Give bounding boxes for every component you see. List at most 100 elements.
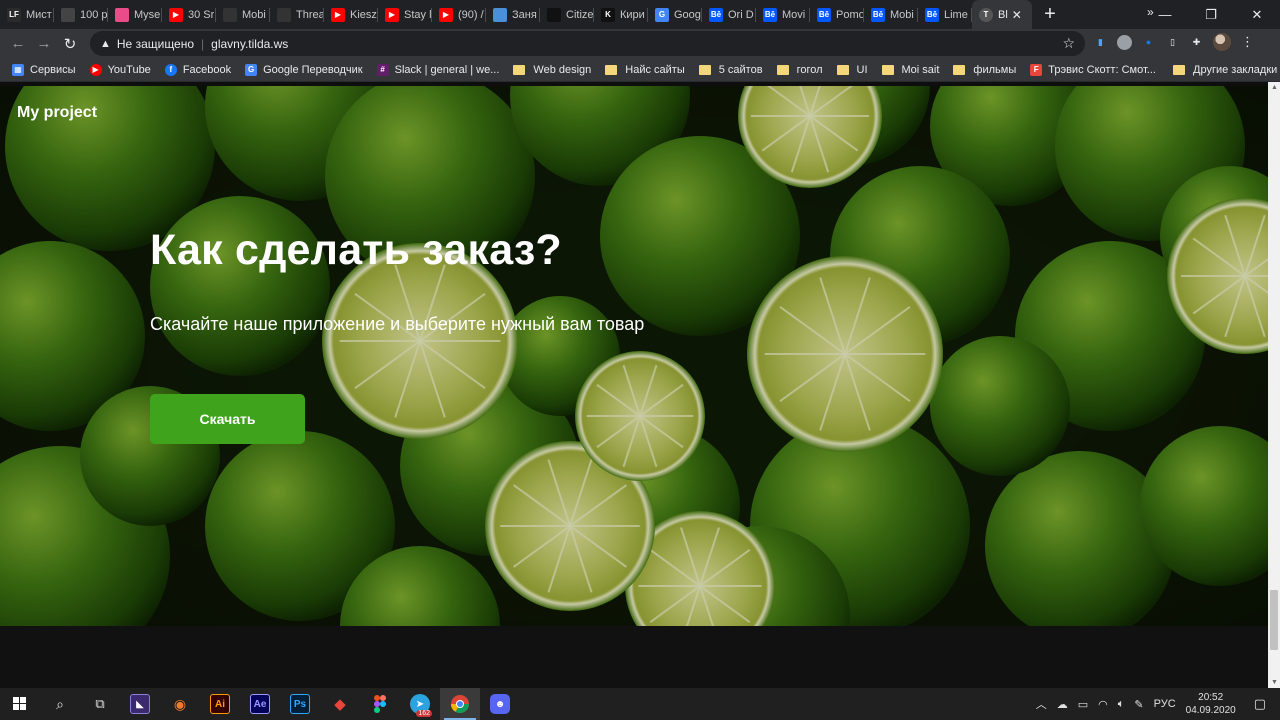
- tab[interactable]: ▶ (90) /: [432, 0, 486, 29]
- tab-title: 100 р: [80, 8, 108, 21]
- profile-avatar[interactable]: [1213, 33, 1231, 51]
- tab[interactable]: LF Мист: [0, 0, 54, 29]
- task-view-button[interactable]: ⧉: [80, 688, 120, 720]
- taskbar-app-screen[interactable]: ◣: [120, 688, 160, 720]
- bookmark-item[interactable]: f Facebook: [164, 63, 231, 76]
- tab[interactable]: Mobi: [216, 0, 270, 29]
- tab[interactable]: K Кири: [594, 0, 648, 29]
- bookmark-item[interactable]: Web design: [513, 64, 591, 76]
- tab-title: Заня: [512, 8, 537, 21]
- onedrive-icon[interactable]: ☁: [1057, 698, 1068, 711]
- globe-extension-icon[interactable]: [1117, 34, 1132, 50]
- taskbar-app-telegram[interactable]: ➤ 162: [400, 688, 440, 720]
- pen-icon[interactable]: ✎: [1134, 698, 1143, 711]
- close-window-button[interactable]: ✕: [1234, 0, 1280, 29]
- language-indicator[interactable]: РУС: [1154, 698, 1176, 710]
- tab-favicon-icon: K: [601, 7, 615, 22]
- close-tab-icon[interactable]: ✕: [1012, 8, 1022, 22]
- taskbar-app-discord[interactable]: ☻: [480, 688, 520, 720]
- taskbar-app-photoshop[interactable]: Ps: [280, 688, 320, 720]
- taskbar-app-after-effects[interactable]: Ae: [240, 688, 280, 720]
- network-icon[interactable]: ◠: [1098, 698, 1108, 711]
- tab[interactable]: Threa: [270, 0, 324, 29]
- taskbar-app-blender[interactable]: ◉: [160, 688, 200, 720]
- clock[interactable]: 20:52 04.09.2020: [1186, 691, 1236, 717]
- tab[interactable]: Citize: [540, 0, 594, 29]
- tab[interactable]: G Goog: [648, 0, 702, 29]
- tab-title: Ori D: [728, 8, 754, 21]
- tab-active[interactable]: T Bl ✕: [972, 0, 1032, 29]
- bookmark-item[interactable]: F Трэвис Скотт: Смот...: [1030, 63, 1156, 76]
- bookmark-item[interactable]: UI: [836, 64, 868, 76]
- tab-title: Citize: [566, 8, 594, 21]
- search-button[interactable]: ⌕: [40, 688, 80, 720]
- volume-icon[interactable]: 🔈︎: [1118, 698, 1125, 711]
- puzzle-icon[interactable]: ✚: [1189, 35, 1204, 50]
- bookmark-label: Moi sait: [901, 63, 940, 76]
- site-logo[interactable]: My project: [17, 104, 97, 122]
- start-button[interactable]: [0, 688, 40, 720]
- chrome-icon: [451, 695, 469, 713]
- notifications-icon[interactable]: ▢: [1254, 696, 1266, 712]
- address-bar[interactable]: ▲ Не защищено | glavny.tilda.ws ☆: [90, 31, 1085, 56]
- tab-title: (90) /: [458, 8, 484, 21]
- bookmark-item[interactable]: Найс сайты: [605, 64, 685, 76]
- tab[interactable]: Заня: [486, 0, 540, 29]
- tab-title: Lime: [944, 8, 968, 21]
- menu-icon[interactable]: ⋮: [1240, 34, 1255, 50]
- tab[interactable]: Bē Lime: [918, 0, 972, 29]
- download-button[interactable]: Скачать: [150, 394, 305, 444]
- forward-button[interactable]: →: [31, 31, 57, 57]
- bookmark-star-icon[interactable]: ☆: [1062, 35, 1075, 52]
- url-text[interactable]: glavny.tilda.ws: [211, 37, 288, 51]
- tab-title: Mobi: [890, 8, 914, 21]
- bookmark-item[interactable]: фильмы: [953, 64, 1016, 76]
- scroll-up-icon[interactable]: ▲: [1271, 84, 1278, 91]
- search-extension-icon[interactable]: ●: [1141, 35, 1156, 50]
- taskbar-app-chrome[interactable]: [440, 688, 480, 720]
- tab[interactable]: 100 р: [54, 0, 108, 29]
- tab[interactable]: Myse: [108, 0, 162, 29]
- tab-favicon-icon: [61, 7, 75, 22]
- security-label[interactable]: Не защищено: [117, 37, 194, 51]
- scroll-down-icon[interactable]: ▼: [1271, 679, 1278, 686]
- bookmarks-bar: ▦ Сервисы ▶ YouTube f Facebook G Google Перевод…: [0, 58, 1280, 82]
- battery-icon[interactable]: ▭: [1078, 698, 1088, 711]
- folder-icon: [776, 64, 789, 75]
- clipboard-extension-icon[interactable]: ▯: [1165, 35, 1180, 50]
- tab-title: Stay l: [404, 8, 432, 21]
- bookmark-item[interactable]: ▶ YouTube: [89, 63, 151, 76]
- scrollbar-thumb[interactable]: [1270, 590, 1278, 650]
- bookmarks-overflow-button[interactable]: »: [1147, 5, 1154, 19]
- other-bookmarks[interactable]: Другие закладки: [1173, 58, 1277, 82]
- taskbar-app-figma[interactable]: [360, 688, 400, 720]
- bookmark-item[interactable]: G Google Переводчик: [245, 63, 363, 76]
- tab[interactable]: Bē Mobi: [864, 0, 918, 29]
- maximize-button[interactable]: ❐: [1188, 0, 1234, 29]
- tray-overflow-icon[interactable]: ︿: [1036, 696, 1047, 712]
- page-scrollbar[interactable]: ▲ ▼: [1268, 82, 1280, 688]
- bookmark-item[interactable]: 5 сайтов: [698, 64, 763, 76]
- bookmark-item[interactable]: # Slack | general | we...: [376, 63, 499, 76]
- taskbar-app-vector[interactable]: ◆: [320, 688, 360, 720]
- tab[interactable]: ▶ 30 Sr: [162, 0, 216, 29]
- folder-icon: [953, 64, 966, 75]
- folder-icon: [513, 64, 526, 75]
- bookmark-item[interactable]: Moi sait: [881, 63, 940, 76]
- extension-icon[interactable]: ▮: [1093, 35, 1108, 50]
- tab-favicon-icon: ▶: [439, 7, 453, 22]
- tab[interactable]: ▶ Stay l: [378, 0, 432, 29]
- bookmark-item[interactable]: ▦ Сервисы: [12, 63, 76, 76]
- new-tab-button[interactable]: +: [1036, 0, 1064, 29]
- tab-title: Мист: [26, 8, 52, 21]
- bookmark-item[interactable]: гогол: [776, 64, 823, 76]
- tab[interactable]: Bē Movi: [756, 0, 810, 29]
- tab[interactable]: Bē Ori D: [702, 0, 756, 29]
- reload-button[interactable]: ↻: [57, 31, 83, 57]
- folder-icon: [836, 64, 849, 75]
- tab[interactable]: ▶ Kiesz: [324, 0, 378, 29]
- tab[interactable]: Bē Pomo: [810, 0, 864, 29]
- back-button[interactable]: ←: [5, 31, 31, 57]
- dark-section: [0, 626, 1268, 688]
- taskbar-app-illustrator[interactable]: Ai: [200, 688, 240, 720]
